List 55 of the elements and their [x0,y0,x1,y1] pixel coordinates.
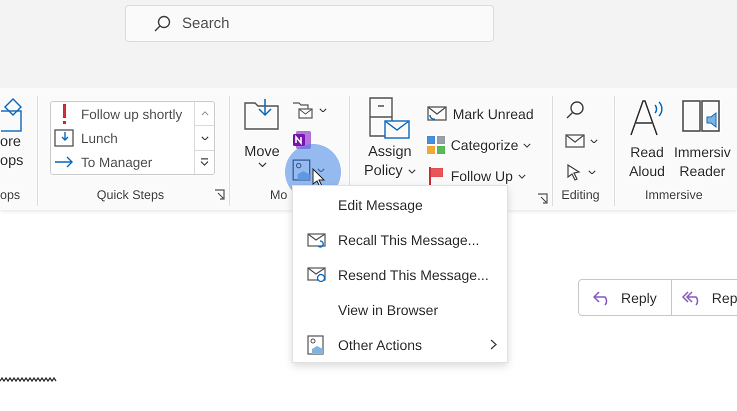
actions-button[interactable] [292,158,327,182]
squiggle-line [0,377,58,382]
envelope-icon [426,105,448,123]
notebook-icon [292,130,312,150]
policy-icon [368,97,412,141]
quick-step[interactable]: Lunch [53,126,194,150]
move-button[interactable]: Move [244,96,280,168]
caret-icon [200,111,208,116]
reply-button[interactable]: Rep [672,279,737,316]
caret-icon [317,168,325,172]
pointer-icon [565,163,583,181]
group-label: Mo [270,188,288,202]
dialog-launcher-icon[interactable] [214,189,225,200]
expand-icon [200,158,209,166]
caret-icon [590,138,598,144]
caret-icon [588,170,596,174]
apps-icon[interactable] [0,97,23,133]
document-icon [292,159,312,181]
caret-icon [408,169,416,174]
assign-policy-button[interactable]: Assign Policy [364,96,416,181]
search-icon [565,100,585,120]
reply-button[interactable]: Reply [578,279,672,316]
group-label: Immersive [645,188,703,202]
caret-icon [319,108,327,112]
quick-step[interactable]: Follow up shortly [53,102,194,126]
folder-envelope-icon [292,100,314,120]
group-label: Editing [561,188,600,202]
caret-icon [258,162,266,168]
calendar-icon [53,127,75,149]
menu-item[interactable]: Edit Message [293,188,507,223]
menu-item[interactable]: Recall This Message... [293,222,507,258]
search-icon [154,14,172,32]
menu-item[interactable]: View in Browser [293,292,507,328]
ribbon-button[interactable]: Mark Unread [426,102,534,126]
button-label[interactable]: ore [0,133,21,152]
envelope-icon [307,232,327,249]
ribbon-button[interactable]: Immersiv Reader [674,96,731,181]
exclamation-icon [62,104,66,124]
group-label: ops [0,188,20,202]
ribbon-button[interactable]: Read Aloud [627,96,667,181]
envelope-icon [307,266,327,284]
dialog-launcher-icon[interactable] [537,193,548,204]
caret-icon [200,136,208,140]
categorize-icon [426,135,446,155]
folder-icon [244,97,280,131]
quick-step[interactable]: To Manager [53,150,194,174]
ribbon-button[interactable]: Categorize [426,133,534,157]
group-label: Quick Steps [96,188,164,202]
ribbon-button[interactable]: Follow Up [426,164,534,188]
document-icon [307,334,325,355]
menu-item[interactable]: Other Actions [293,327,507,362]
envelope-icon [565,133,585,149]
button-label[interactable]: ops [0,152,24,171]
menu-item[interactable]: Resend This Message... [293,258,507,292]
search-field[interactable]: Search [125,5,494,42]
